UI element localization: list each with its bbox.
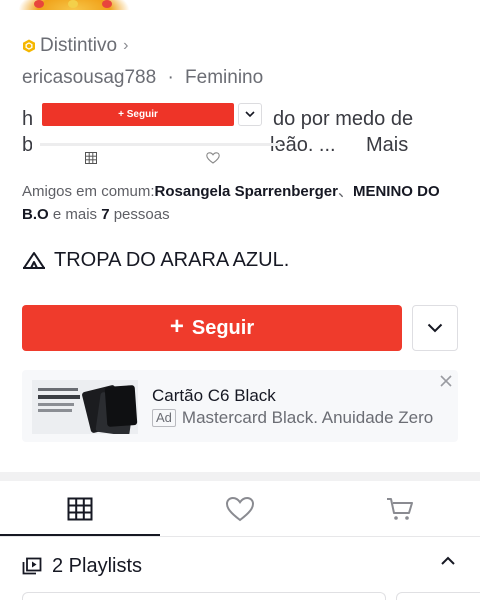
heart-icon	[225, 496, 255, 522]
group-link[interactable]: TROPA DO ARARA AZUL.	[22, 246, 289, 274]
gender-label: Feminino	[185, 67, 264, 88]
ad-subtitle-row: Ad Mastercard Black. Anuidade Zero	[152, 408, 433, 428]
bio-more-link[interactable]: Mais	[366, 134, 408, 157]
tab-liked[interactable]	[160, 481, 320, 537]
chevron-down-icon	[245, 111, 255, 118]
mutual-count: 7	[101, 206, 110, 223]
ad-card[interactable]: Cartão C6 Black Ad Mastercard Black. Anu…	[22, 370, 458, 442]
follow-button[interactable]: + Seguir	[22, 305, 402, 351]
ad-thumbnail	[32, 380, 138, 434]
mutual-friends[interactable]: Amigos em comum:Rosangela Sparrenberger、…	[22, 180, 458, 226]
bio-text-line1: do por medo de	[273, 108, 414, 130]
mutual-separator: 、	[337, 183, 353, 200]
username: ericasousag788	[22, 67, 157, 88]
playlist-cards-peek	[22, 592, 480, 600]
grid-icon[interactable]	[85, 152, 97, 164]
ad-badge: Ad	[152, 409, 176, 427]
floating-compact-bar: + Seguir	[32, 98, 280, 168]
tab-videos[interactable]	[0, 481, 160, 537]
plus-icon: +	[169, 313, 184, 340]
mutual-friend-1: Rosangela Sparrenberger	[154, 183, 338, 200]
playlist-card[interactable]	[22, 592, 386, 600]
mutual-people: pessoas	[113, 206, 170, 223]
content-tabs	[0, 481, 480, 537]
badge-link[interactable]: Distintivo ›	[22, 34, 128, 58]
ad-title: Cartão C6 Black	[152, 386, 276, 405]
playlist-icon	[22, 557, 42, 575]
ad-subtitle: Mastercard Black. Anuidade Zero	[181, 408, 434, 427]
playlists-header[interactable]: 2 Playlists	[22, 552, 458, 580]
mini-follow-button[interactable]: + Seguir	[42, 103, 234, 126]
playlists-label: 2 Playlists	[52, 554, 143, 577]
section-divider	[0, 472, 480, 481]
handle-line: ericasousag788 · Feminino	[22, 64, 322, 88]
avatar-crown-decoration	[18, 0, 130, 12]
badge-label: Distintivo	[40, 35, 118, 56]
close-icon[interactable]	[439, 374, 453, 388]
chevron-right-icon: ›	[123, 37, 129, 54]
heart-icon[interactable]	[206, 152, 220, 164]
chevron-up-icon[interactable]	[440, 556, 456, 566]
mini-dropdown-button[interactable]	[238, 103, 262, 126]
grid-icon	[67, 497, 93, 521]
tent-icon	[23, 252, 45, 269]
badge-hexagon-icon	[23, 39, 35, 53]
separator-dot: ·	[167, 67, 174, 88]
playlist-card[interactable]	[396, 592, 480, 600]
cart-icon	[387, 498, 413, 520]
active-tab-indicator	[0, 534, 160, 536]
more-options-dropdown[interactable]	[412, 305, 458, 351]
follow-label: Seguir	[191, 316, 255, 339]
tab-shop[interactable]	[320, 481, 480, 537]
mutual-label: Amigos em comum:	[22, 183, 155, 200]
group-name: TROPA DO ARARA AZUL.	[54, 248, 290, 271]
chevron-down-icon	[427, 323, 443, 333]
mutual-and-more: e mais	[52, 206, 98, 223]
